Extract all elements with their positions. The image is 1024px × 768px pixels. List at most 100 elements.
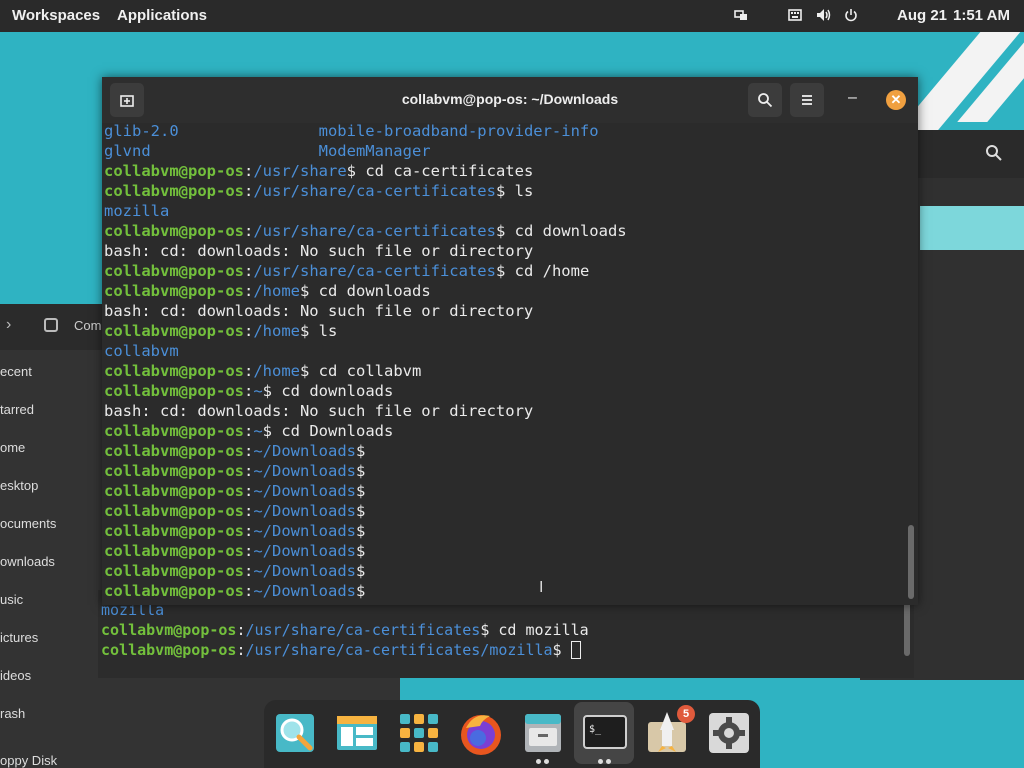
terminal-output[interactable]: glib-2.0 mobile-broadband-provider-info g… — [102, 123, 906, 603]
terminal-line: collabvm@pop-os:~/Downloads$ — [104, 581, 365, 601]
keyboard-icon[interactable] — [788, 8, 802, 22]
terminal-line: collabvm@pop-os:~/Downloads$ — [104, 541, 365, 561]
svg-text:$_: $_ — [589, 724, 602, 735]
terminal-text-segment: $ cd downloads — [300, 282, 431, 300]
sidebar-item-trash[interactable]: rash — [0, 706, 25, 721]
sidebar-item-home[interactable]: ome — [0, 440, 25, 455]
chevron-right-icon[interactable]: › — [6, 316, 11, 334]
terminal-text-segment: /usr/share/ca-certificates — [253, 262, 496, 280]
terminal-text-segment: $ — [355, 562, 366, 580]
terminal-text-segment: collabvm@pop-os — [104, 162, 244, 180]
terminal-text-segment: $ cd /home — [495, 262, 590, 280]
terminal-icon[interactable]: $_ — [580, 708, 630, 758]
clock-date[interactable]: Aug 21 — [897, 7, 947, 24]
terminal-text-segment: $ — [355, 582, 366, 600]
terminal-text-segment: collabvm@pop-os — [101, 641, 237, 659]
terminal-text-segment: ~/Downloads — [253, 522, 356, 540]
firefox-icon[interactable] — [456, 708, 506, 758]
terminal-text-segment: bash: cd: downloads: No such file or dir… — [104, 242, 534, 260]
scrollbar[interactable] — [904, 600, 910, 656]
terminal-text-segment: : — [243, 362, 254, 380]
terminal-text-segment: $ cd downloads — [262, 382, 394, 400]
sidebar-item-recent[interactable]: ecent — [0, 364, 32, 379]
terminal-text-segment: $ cd mozilla — [480, 621, 589, 639]
terminal-text-segment: collabvm@pop-os — [104, 542, 244, 560]
terminal-text-segment: : — [236, 621, 246, 639]
search-app-icon[interactable] — [270, 708, 320, 758]
terminal-text-segment: ~ — [253, 382, 263, 400]
terminal-text-segment: : — [243, 502, 254, 520]
terminal-text-segment: : — [243, 582, 254, 600]
terminal-text-segment: collabvm@pop-os — [104, 442, 244, 460]
app-grid-icon[interactable] — [394, 708, 444, 758]
sidebar-item-starred[interactable]: tarred — [0, 402, 34, 417]
terminal-text-segment: collabvm@pop-os — [101, 621, 237, 639]
terminal-text-segment: glvnd — [104, 142, 319, 160]
close-button[interactable]: ✕ — [886, 90, 906, 110]
terminal-line: collabvm@pop-os:/home$ cd collabvm — [104, 361, 421, 381]
search-icon — [758, 93, 773, 108]
sidebar-item-documents[interactable]: ocuments — [0, 516, 56, 531]
search-icon[interactable] — [980, 142, 1008, 170]
sidebar-item-floppy-disk[interactable]: oppy Disk — [0, 753, 57, 768]
minimize-button[interactable]: – — [848, 89, 857, 107]
terminal-line: collabvm@pop-os:~/Downloads$ — [104, 521, 365, 541]
settings-icon[interactable] — [704, 708, 754, 758]
sidebar-item-videos[interactable]: ideos — [0, 668, 31, 683]
applications-button[interactable]: Applications — [117, 7, 207, 24]
terminal-text-segment: ~/Downloads — [253, 542, 356, 560]
terminal-text-segment: $ cd ca-certificates — [346, 162, 534, 180]
terminal-text-segment: : — [243, 522, 254, 540]
terminal-text-segment: $ cd Downloads — [262, 422, 394, 440]
location-label[interactable]: Com — [74, 318, 101, 333]
terminal-line: collabvm@pop-os:/usr/share/ca-certificat… — [104, 261, 589, 281]
terminal-line: bash: cd: downloads: No such file or dir… — [104, 241, 533, 261]
terminal-text-segment: collabvm@pop-os — [104, 462, 244, 480]
running-indicator — [544, 759, 549, 764]
terminal2-line: collabvm@pop-os:/usr/share/ca-certificat… — [101, 640, 581, 660]
sidebar-item-music[interactable]: usic — [0, 592, 23, 607]
terminal-text-segment: $ — [355, 522, 366, 540]
hamburger-icon — [802, 95, 812, 105]
terminal-text-segment: glib-2.0 — [104, 123, 319, 140]
terminal-text-segment: : — [243, 222, 254, 240]
sidebar-item-pictures[interactable]: ictures — [0, 630, 38, 645]
terminal-text-segment: ModemManager — [318, 142, 431, 160]
files-manager-icon[interactable] — [332, 708, 382, 758]
terminal-line: collabvm@pop-os:/usr/share/ca-certificat… — [104, 221, 627, 241]
terminal-line: collabvm@pop-os:~/Downloads$ — [104, 561, 365, 581]
sidebar-item-downloads[interactable]: ownloads — [0, 554, 55, 569]
file-cabinet-icon[interactable] — [518, 708, 568, 758]
terminal-text-segment: /usr/share/ca-certificates/mozilla — [245, 641, 553, 659]
clock-time[interactable]: 1:51 AM — [953, 7, 1010, 24]
search-button[interactable] — [748, 83, 782, 117]
terminal-line: collabvm@pop-os:/usr/share/ca-certificat… — [104, 181, 533, 201]
terminal-text-segment: ~/Downloads — [253, 582, 356, 600]
power-icon[interactable] — [844, 8, 858, 22]
terminal-text-segment: : — [236, 641, 246, 659]
terminal-line: collabvm@pop-os:/home$ ls — [104, 321, 337, 341]
terminal-text-segment: /home — [253, 282, 300, 300]
dock: $_ 5 — [264, 700, 760, 768]
workspaces-button[interactable]: Workspaces — [12, 7, 100, 24]
terminal-line: collabvm@pop-os:~$ cd downloads — [104, 381, 393, 401]
terminal-text-segment: : — [243, 442, 254, 460]
terminal-window[interactable]: collabvm@pop-os: ~/Downloads – ✕ glib-2.… — [102, 77, 918, 605]
terminal-text-segment: collabvm@pop-os — [104, 422, 244, 440]
terminal-text-segment: : — [243, 562, 254, 580]
running-indicator — [598, 759, 603, 764]
terminal-text-segment: $ — [355, 502, 366, 520]
terminal-text-segment: $ — [355, 462, 366, 480]
ibeam-cursor-icon: I — [539, 579, 544, 596]
terminal-text-segment: bash: cd: downloads: No such file or dir… — [104, 402, 534, 420]
terminal-text-segment: ~/Downloads — [253, 442, 356, 460]
running-indicator — [536, 759, 541, 764]
screen-icon[interactable] — [734, 8, 748, 22]
volume-icon[interactable] — [816, 8, 831, 22]
terminal-line: collabvm@pop-os:/home$ cd downloads — [104, 281, 431, 301]
scrollbar[interactable] — [908, 525, 914, 599]
sidebar-item-desktop[interactable]: esktop — [0, 478, 38, 493]
menu-button[interactable] — [790, 83, 824, 117]
terminal-text-segment: collabvm@pop-os — [104, 182, 244, 200]
selected-item-highlight — [920, 206, 1024, 250]
